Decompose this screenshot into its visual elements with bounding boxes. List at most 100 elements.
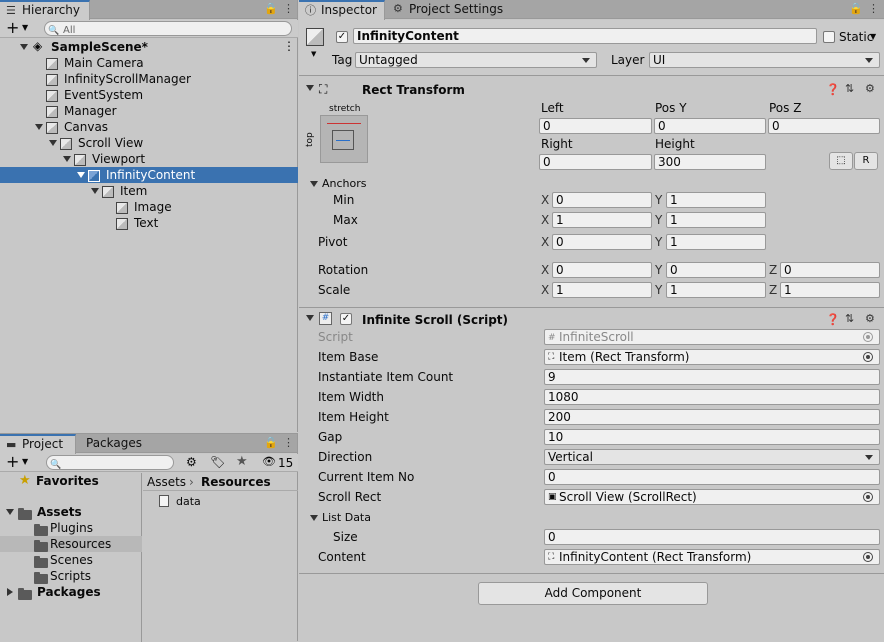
- item-base-field[interactable]: ⛶ Item (Rect Transform): [544, 349, 880, 365]
- hierarchy-search-input[interactable]: 🔍 All: [44, 21, 292, 36]
- chevron-down-icon[interactable]: ▼: [22, 457, 28, 466]
- hierarchy-item-infinityscrollmanager[interactable]: InfinityScrollManager: [0, 71, 298, 87]
- list-data-expand-icon[interactable]: [310, 515, 318, 521]
- max-x-field[interactable]: 1: [552, 212, 652, 228]
- rot-z-field[interactable]: 0: [780, 262, 880, 278]
- tree-item-scenes[interactable]: Scenes: [0, 552, 142, 568]
- item-width-field[interactable]: 1080: [544, 389, 880, 405]
- tree-item-packages[interactable]: Packages: [0, 584, 142, 600]
- expand-arrow-icon[interactable]: [49, 140, 57, 146]
- hierarchy-item-viewport[interactable]: Viewport: [0, 151, 298, 167]
- layer-dropdown[interactable]: UI: [649, 52, 880, 68]
- posz-field[interactable]: 0: [768, 118, 880, 134]
- hierarchy-item-item[interactable]: Item: [0, 183, 298, 199]
- static-checkbox[interactable]: [823, 31, 835, 43]
- component-gear-icon[interactable]: ⚙: [865, 82, 875, 95]
- scene-menu-icon[interactable]: ⋮: [283, 39, 295, 53]
- add-icon[interactable]: +: [6, 452, 19, 471]
- scale-z-field[interactable]: 1: [780, 282, 880, 298]
- min-x-field[interactable]: 0: [552, 192, 652, 208]
- lock-icon[interactable]: 🔒: [264, 2, 278, 16]
- collapse-arrow-icon[interactable]: [306, 315, 314, 321]
- tab-inspector[interactable]: ⓘ Inspector: [299, 0, 385, 20]
- help-icon[interactable]: ❓: [826, 83, 840, 96]
- anchors-expand-icon[interactable]: [310, 181, 318, 187]
- tree-item-favorites[interactable]: ★ Favorites: [0, 473, 142, 489]
- tree-item-scripts[interactable]: Scripts: [0, 568, 142, 584]
- hierarchy-item-scroll-view[interactable]: Scroll View: [0, 135, 298, 151]
- pivot-x-field[interactable]: 0: [552, 234, 652, 250]
- expand-arrow-icon[interactable]: [20, 44, 28, 50]
- breadcrumb-assets[interactable]: Assets: [147, 474, 186, 490]
- add-component-button[interactable]: Add Component: [478, 582, 708, 605]
- hierarchy-item-infinitycontent[interactable]: InfinityContent: [0, 167, 298, 183]
- expand-arrow-icon[interactable]: [63, 156, 71, 162]
- asset-item-data[interactable]: data: [157, 494, 277, 510]
- filter-label-icon[interactable]: 🏷: [210, 455, 225, 469]
- hierarchy-item-eventsystem[interactable]: EventSystem: [0, 87, 298, 103]
- chevron-down-icon[interactable]: ▼: [22, 23, 28, 32]
- tab-project[interactable]: ▬ Project: [0, 434, 76, 454]
- direction-dropdown[interactable]: Vertical: [544, 449, 880, 465]
- tab-hierarchy[interactable]: ☰ Hierarchy: [0, 0, 90, 20]
- hierarchy-item-manager[interactable]: Manager: [0, 103, 298, 119]
- height-field[interactable]: 300: [654, 154, 766, 170]
- component-gear-icon[interactable]: ⚙: [865, 312, 875, 325]
- expand-arrow-icon[interactable]: [35, 124, 43, 130]
- expand-arrow-icon[interactable]: [6, 509, 14, 515]
- hierarchy-item-text[interactable]: Text: [0, 215, 298, 231]
- tree-item-assets[interactable]: Assets: [0, 504, 142, 520]
- hidden-packages-icon[interactable]: 👁: [262, 455, 276, 468]
- object-name-field[interactable]: InfinityContent: [353, 28, 817, 44]
- raw-edit-button[interactable]: R: [854, 152, 878, 170]
- size-field[interactable]: 0: [544, 529, 880, 545]
- object-picker-icon[interactable]: [863, 352, 873, 362]
- hierarchy-item-image[interactable]: Image: [0, 199, 298, 215]
- scene-row[interactable]: ◈ SampleScene* ⋮: [0, 39, 298, 55]
- object-picker-icon[interactable]: [863, 552, 873, 562]
- min-y-field[interactable]: 1: [666, 192, 766, 208]
- lock-icon[interactable]: 🔒: [264, 436, 278, 450]
- scale-y-field[interactable]: 1: [666, 282, 766, 298]
- expand-arrow-icon[interactable]: [91, 188, 99, 194]
- collapse-arrow-icon[interactable]: [306, 85, 314, 91]
- active-checkbox[interactable]: ✓: [336, 31, 348, 43]
- tree-item-plugins[interactable]: Plugins: [0, 520, 142, 536]
- scroll-rect-field[interactable]: ▣ Scroll View (ScrollRect): [544, 489, 880, 505]
- presets-icon[interactable]: ⇅: [845, 82, 854, 95]
- filter-type-icon[interactable]: ⚙: [186, 455, 197, 469]
- enabled-checkbox[interactable]: ✓: [340, 313, 352, 325]
- tag-dropdown[interactable]: Untagged: [355, 52, 597, 68]
- chevron-down-icon[interactable]: ▼: [311, 50, 316, 58]
- posy-field[interactable]: 0: [654, 118, 766, 134]
- menu-dots-icon[interactable]: ⋮: [868, 2, 879, 16]
- right-field[interactable]: 0: [539, 154, 652, 170]
- pivot-y-field[interactable]: 1: [666, 234, 766, 250]
- tab-project-settings[interactable]: ⚙ Project Settings: [387, 0, 503, 20]
- rot-x-field[interactable]: 0: [552, 262, 652, 278]
- max-y-field[interactable]: 1: [666, 212, 766, 228]
- gap-field[interactable]: 10: [544, 429, 880, 445]
- scale-x-field[interactable]: 1: [552, 282, 652, 298]
- instantiate-item-count-field[interactable]: 9: [544, 369, 880, 385]
- rot-y-field[interactable]: 0: [666, 262, 766, 278]
- help-icon[interactable]: ❓: [826, 313, 840, 326]
- tree-item-resources[interactable]: Resources: [0, 536, 142, 552]
- add-icon[interactable]: +: [6, 18, 19, 37]
- lock-icon[interactable]: 🔒: [849, 2, 863, 16]
- static-dropdown-icon[interactable]: ▼: [870, 32, 876, 41]
- hierarchy-item-canvas[interactable]: Canvas: [0, 119, 298, 135]
- anchor-presets-button[interactable]: [320, 115, 368, 163]
- collapse-arrow-icon[interactable]: [7, 588, 13, 596]
- tab-packages[interactable]: Packages: [78, 434, 142, 454]
- item-height-field[interactable]: 200: [544, 409, 880, 425]
- menu-dots-icon[interactable]: ⋮: [283, 436, 294, 450]
- project-search-input[interactable]: 🔍: [46, 455, 174, 470]
- content-field[interactable]: ⛶ InfinityContent (Rect Transform): [544, 549, 880, 565]
- left-field[interactable]: 0: [539, 118, 652, 134]
- menu-dots-icon[interactable]: ⋮: [283, 2, 294, 16]
- breadcrumb-resources[interactable]: Resources: [201, 474, 271, 490]
- object-picker-icon[interactable]: [863, 492, 873, 502]
- favorite-star-icon[interactable]: ★: [236, 454, 248, 469]
- expand-arrow-icon[interactable]: [77, 172, 85, 178]
